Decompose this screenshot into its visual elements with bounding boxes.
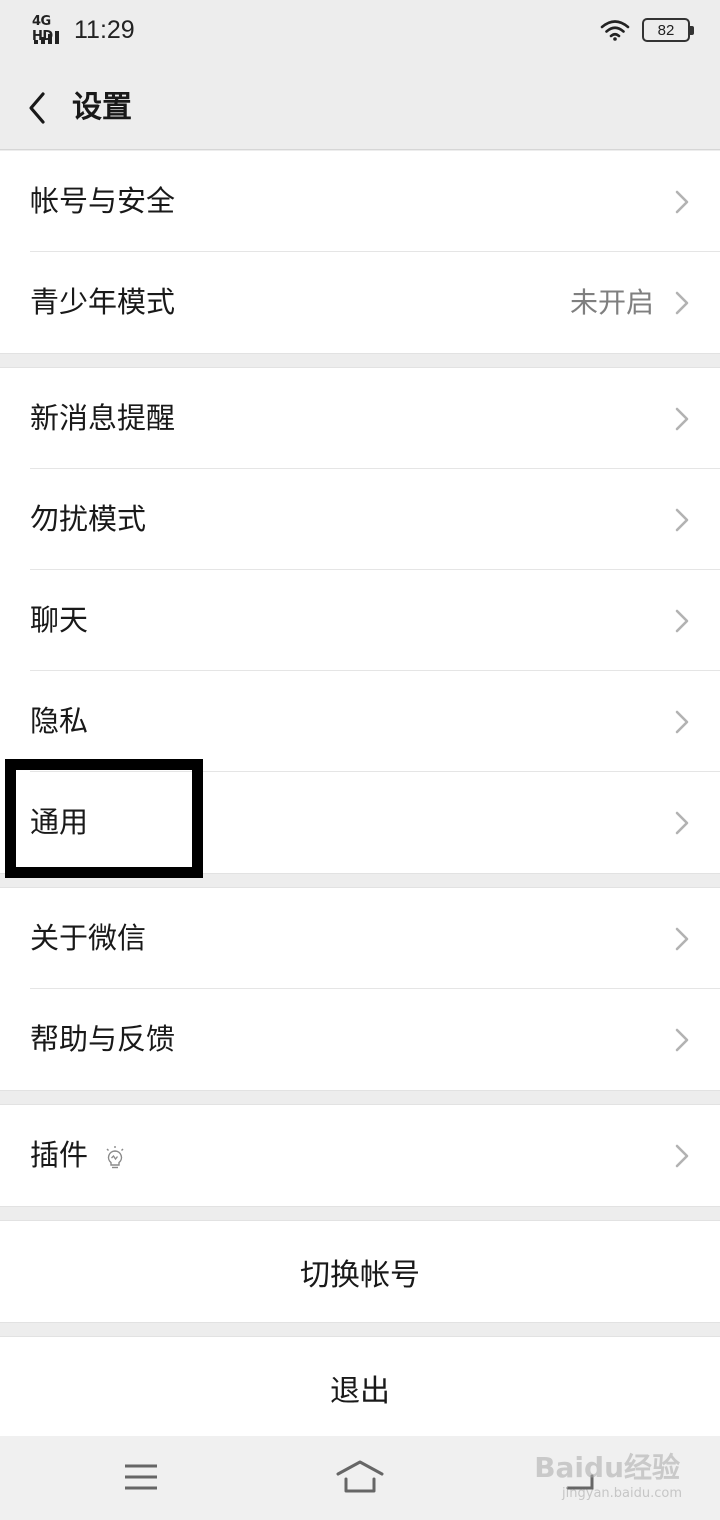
clock: 11:29 (74, 15, 135, 44)
section-gap (0, 1206, 720, 1221)
highlight-annotation-box (5, 759, 203, 878)
home-icon[interactable] (335, 1454, 385, 1500)
menu-icon[interactable] (116, 1454, 166, 1500)
settings-item-chat[interactable]: 聊天 (0, 570, 720, 671)
header: 设置 (0, 66, 720, 150)
settings-item-plugins[interactable]: 插件 (0, 1105, 720, 1206)
settings-item-privacy[interactable]: 隐私 (0, 671, 720, 772)
chevron-right-icon (675, 508, 689, 532)
settings-item-label: 关于微信 (30, 921, 147, 955)
settings-item-label: 聊天 (30, 603, 89, 637)
chevron-right-icon (675, 291, 689, 315)
settings-item-label: 隐私 (30, 704, 89, 738)
settings-item-label: 青少年模式 (30, 285, 176, 319)
section-gap (0, 1322, 720, 1337)
chevron-right-icon (675, 407, 689, 431)
chevron-right-icon (675, 710, 689, 734)
wifi-icon (600, 20, 630, 41)
settings-group-about: 关于微信 帮助与反馈 (0, 888, 720, 1090)
status-bar: 4G HD 11:29 82 (0, 0, 720, 66)
settings-item-label: 帮助与反馈 (30, 1022, 176, 1056)
watermark-logo: Baidu经验 (534, 1451, 680, 1484)
settings-item-label: 插件 (30, 1138, 89, 1172)
chevron-right-icon (675, 1144, 689, 1168)
teen-mode-status: 未开启 (569, 286, 654, 319)
settings-group-account: 帐号与安全 青少年模式 未开启 (0, 151, 720, 353)
switch-account-button[interactable]: 切换帐号 (0, 1221, 720, 1322)
back-arrow-icon[interactable] (22, 88, 52, 128)
switch-account-label: 切换帐号 (300, 1257, 420, 1293)
chevron-right-icon (675, 1028, 689, 1052)
settings-item-do-not-disturb[interactable]: 勿扰模式 (0, 469, 720, 570)
settings-item-about-wechat[interactable]: 关于微信 (0, 888, 720, 989)
chevron-right-icon (675, 609, 689, 633)
section-gap (0, 353, 720, 368)
settings-item-notifications[interactable]: 新消息提醒 (0, 368, 720, 469)
chevron-right-icon (675, 811, 689, 835)
battery-level: 82 (657, 21, 675, 39)
settings-item-account-security[interactable]: 帐号与安全 (0, 151, 720, 252)
logout-button[interactable]: 退出 (0, 1337, 720, 1438)
cellular-signal-icon: 4G HD (32, 14, 68, 46)
logout-label: 退出 (330, 1373, 390, 1409)
section-gap (0, 1090, 720, 1105)
settings-item-label: 新消息提醒 (30, 401, 176, 435)
settings-item-label: 勿扰模式 (30, 502, 147, 536)
chevron-right-icon (675, 190, 689, 214)
chevron-right-icon (675, 927, 689, 951)
bulb-icon (106, 1146, 124, 1169)
settings-item-label: 帐号与安全 (30, 184, 176, 218)
page-title: 设置 (72, 90, 132, 125)
settings-item-teen-mode[interactable]: 青少年模式 未开启 (0, 252, 720, 353)
settings-item-help-feedback[interactable]: 帮助与反馈 (0, 989, 720, 1090)
settings-group-plugins: 插件 (0, 1105, 720, 1206)
watermark-url: jingyan.baidu.com (562, 1486, 682, 1501)
battery-icon: 82 (642, 18, 694, 42)
